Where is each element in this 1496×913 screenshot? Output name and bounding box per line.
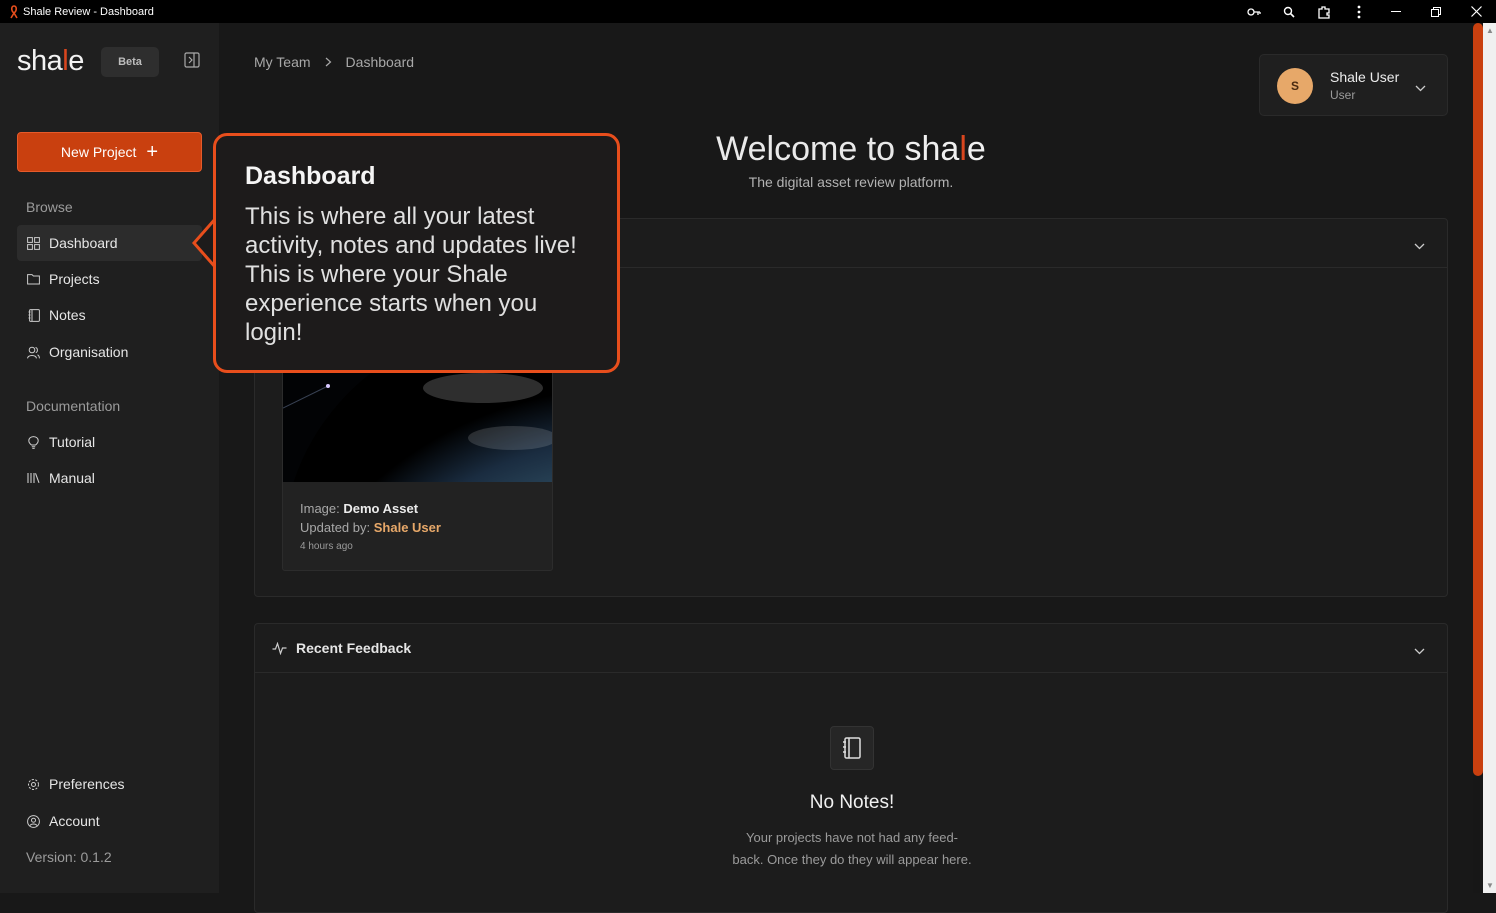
- key-icon[interactable]: [1236, 0, 1271, 23]
- empty-state-description: Your projects have not had any feed- bac…: [255, 827, 1449, 871]
- chevron-down-icon: [1415, 79, 1426, 97]
- sidebar-item-account[interactable]: Account: [17, 803, 202, 839]
- new-project-label: New Project: [60, 144, 137, 160]
- library-icon: [27, 472, 40, 485]
- beta-badge: Beta: [101, 47, 159, 77]
- breadcrumb-dashboard[interactable]: Dashboard: [346, 54, 415, 70]
- asset-type-label: Image:: [300, 501, 340, 516]
- asset-updated-by: Shale User: [373, 520, 441, 535]
- extension-icon[interactable]: [1306, 0, 1341, 23]
- sidebar-item-tutorial[interactable]: Tutorial: [17, 424, 202, 460]
- user-role: User: [1330, 88, 1356, 102]
- sidebar-item-label: Account: [49, 813, 100, 829]
- sidebar-collapse-icon[interactable]: [184, 52, 202, 70]
- activity-icon: [272, 641, 287, 655]
- browse-section-label: Browse: [26, 199, 73, 215]
- plus-icon: +: [146, 141, 159, 163]
- sidebar-item-notes[interactable]: Notes: [17, 297, 202, 333]
- shale-logo[interactable]: shale: [17, 45, 84, 78]
- asset-time: 4 hours ago: [300, 541, 353, 552]
- gear-icon: [27, 778, 40, 791]
- welcome-brand-suffix: e: [966, 130, 986, 168]
- chevron-down-icon[interactable]: [1414, 642, 1425, 658]
- scroll-thumb[interactable]: [1473, 23, 1483, 776]
- notebook-icon: [27, 308, 40, 322]
- account-icon: [27, 814, 40, 828]
- minimize-icon[interactable]: [1376, 0, 1416, 23]
- window-title: Shale Review - Dashboard: [23, 5, 154, 18]
- sidebar-item-manual[interactable]: Manual: [17, 460, 202, 496]
- recent-feedback-title: Recent Feedback: [296, 640, 412, 656]
- empty-state-title: No Notes!: [809, 792, 895, 813]
- empty-state-line-2: back. Once they do they will appear here…: [732, 852, 972, 867]
- sidebar-item-label: Projects: [49, 271, 100, 287]
- welcome-prefix: Welcome to: [716, 130, 905, 168]
- sidebar-item-label: Notes: [49, 307, 86, 323]
- sidebar-item-label: Dashboard: [49, 235, 118, 251]
- users-icon: [27, 346, 40, 359]
- zoom-icon[interactable]: [1271, 0, 1306, 23]
- asset-name: Demo Asset: [343, 501, 419, 516]
- sidebar-item-label: Tutorial: [49, 434, 96, 450]
- new-project-button[interactable]: New Project +: [17, 132, 202, 172]
- window-titlebar: Shale Review - Dashboard: [0, 0, 1496, 23]
- user-name: Shale User: [1330, 69, 1400, 85]
- welcome-brand-l: l: [959, 130, 967, 168]
- tooltip-body: This is where all your latest activity, …: [245, 203, 577, 346]
- scroll-down-icon[interactable]: ▼: [1486, 881, 1494, 890]
- sidebar-item-projects[interactable]: Projects: [17, 261, 202, 297]
- version-label: Version: 0.1.2: [26, 849, 112, 865]
- recent-feedback-panel: Recent Feedback No Notes! Your projects …: [254, 623, 1448, 913]
- documentation-section-label: Documentation: [26, 398, 121, 414]
- sidebar-item-organisation[interactable]: Organisation: [17, 334, 202, 370]
- avatar: S: [1277, 68, 1313, 104]
- close-icon[interactable]: [1456, 0, 1496, 23]
- chevron-right-icon: [325, 54, 332, 70]
- welcome-brand: shale: [905, 130, 986, 168]
- restore-icon[interactable]: [1416, 0, 1456, 23]
- scroll-track[interactable]: [1483, 23, 1496, 893]
- app-logo-icon: [6, 4, 22, 20]
- breadcrumb: My Team Dashboard: [254, 54, 414, 70]
- tooltip-title: Dashboard: [245, 162, 376, 190]
- sidebar-item-label: Preferences: [49, 776, 125, 792]
- welcome-brand-prefix: sha: [904, 130, 960, 168]
- sidebar-item-preferences[interactable]: Preferences: [17, 766, 202, 802]
- logo-prefix: sha: [17, 45, 63, 77]
- chevron-down-icon[interactable]: [1414, 237, 1425, 253]
- grid-icon: [27, 236, 40, 250]
- logo-suffix: e: [68, 45, 84, 77]
- sidebar-item-dashboard[interactable]: Dashboard: [17, 225, 202, 261]
- sidebar: shale Beta New Project + Browse Dashboar…: [0, 23, 219, 893]
- empty-state-line-1: Your projects have not had any feed-: [746, 830, 958, 845]
- asset-info: Image: Demo Asset Updated by: Shale User…: [300, 499, 441, 556]
- notebook-icon: [830, 726, 874, 770]
- folder-icon: [27, 273, 40, 286]
- asset-updated-label: Updated by:: [300, 520, 371, 535]
- onboarding-tooltip: Dashboard This is where all your latest …: [213, 133, 620, 373]
- scroll-up-icon[interactable]: ▲: [1486, 26, 1494, 35]
- page-scrollbar[interactable]: ▲ ▼: [1473, 23, 1496, 893]
- lightbulb-icon: [27, 435, 40, 449]
- more-icon[interactable]: [1341, 0, 1376, 23]
- recent-feedback-header[interactable]: Recent Feedback: [255, 624, 1447, 673]
- breadcrumb-my-team[interactable]: My Team: [254, 54, 311, 70]
- user-menu[interactable]: S Shale User User: [1259, 54, 1448, 116]
- sidebar-item-label: Organisation: [49, 344, 129, 360]
- sidebar-item-label: Manual: [49, 470, 95, 486]
